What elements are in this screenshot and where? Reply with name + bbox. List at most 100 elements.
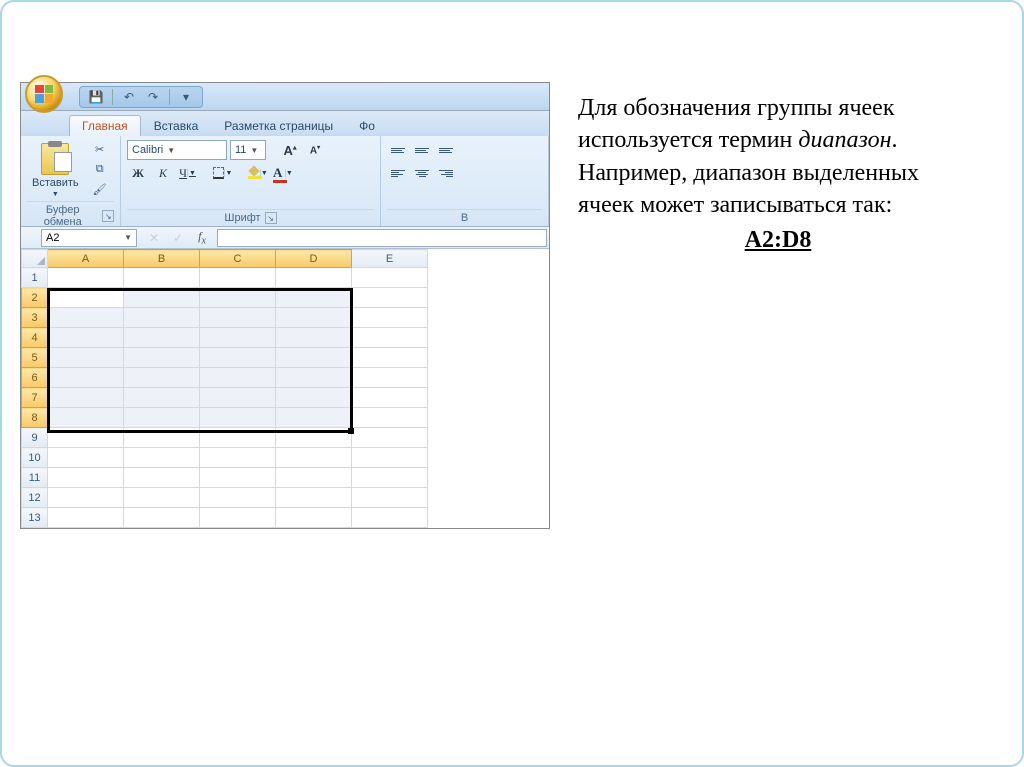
fx-button[interactable]: fx: [191, 229, 213, 247]
row-header[interactable]: 11: [22, 468, 48, 488]
row-header[interactable]: 1: [22, 268, 48, 288]
cell[interactable]: [200, 468, 276, 488]
bold-button[interactable]: Ж: [127, 163, 149, 183]
enter-button[interactable]: ✓: [167, 229, 189, 247]
italic-button[interactable]: К: [152, 163, 174, 183]
align-right-button[interactable]: [435, 163, 457, 183]
align-top-button[interactable]: [387, 140, 409, 160]
row-header[interactable]: 8: [22, 408, 48, 428]
cell[interactable]: [124, 328, 200, 348]
fill-color-button[interactable]: ▼: [247, 163, 269, 183]
cell[interactable]: [276, 488, 352, 508]
cell[interactable]: [276, 308, 352, 328]
row-header[interactable]: 3: [22, 308, 48, 328]
tab-formulas[interactable]: Фо: [346, 115, 388, 136]
row-header[interactable]: 10: [22, 448, 48, 468]
save-icon[interactable]: 💾: [88, 89, 104, 105]
cell[interactable]: [200, 488, 276, 508]
qat-customize-icon[interactable]: ▾: [178, 89, 194, 105]
column-header[interactable]: B: [124, 250, 200, 268]
column-header[interactable]: E: [352, 250, 428, 268]
spreadsheet-grid[interactable]: ABCDE12345678910111213: [21, 249, 549, 528]
dialog-launcher-icon[interactable]: ↘: [102, 210, 114, 222]
cell[interactable]: [200, 368, 276, 388]
undo-icon[interactable]: ↶: [121, 89, 137, 105]
select-all-corner[interactable]: [22, 250, 48, 268]
cell[interactable]: [352, 408, 428, 428]
cell[interactable]: [48, 308, 124, 328]
row-header[interactable]: 12: [22, 488, 48, 508]
cell[interactable]: [352, 388, 428, 408]
cell[interactable]: [200, 508, 276, 528]
align-bottom-button[interactable]: [435, 140, 457, 160]
column-header[interactable]: C: [200, 250, 276, 268]
grow-font-button[interactable]: A▴: [279, 140, 301, 160]
cell[interactable]: [352, 428, 428, 448]
name-box[interactable]: A2 ▼: [41, 229, 137, 247]
cell[interactable]: [124, 448, 200, 468]
cell[interactable]: [48, 328, 124, 348]
cell[interactable]: [276, 368, 352, 388]
cell[interactable]: [352, 448, 428, 468]
row-header[interactable]: 9: [22, 428, 48, 448]
cell[interactable]: [48, 268, 124, 288]
row-header[interactable]: 7: [22, 388, 48, 408]
shrink-font-button[interactable]: A▾: [304, 140, 326, 160]
cell[interactable]: [276, 508, 352, 528]
cell[interactable]: [352, 268, 428, 288]
office-button[interactable]: [25, 75, 63, 113]
column-header[interactable]: D: [276, 250, 352, 268]
cell[interactable]: [48, 488, 124, 508]
cell[interactable]: [48, 388, 124, 408]
cell[interactable]: [276, 448, 352, 468]
cell[interactable]: [352, 368, 428, 388]
column-header[interactable]: A: [48, 250, 124, 268]
cell[interactable]: [48, 508, 124, 528]
cell[interactable]: [276, 388, 352, 408]
cell[interactable]: [200, 448, 276, 468]
row-header[interactable]: 6: [22, 368, 48, 388]
dialog-launcher-icon[interactable]: ↘: [265, 212, 277, 224]
cell[interactable]: [124, 408, 200, 428]
tab-home[interactable]: Главная: [69, 115, 141, 136]
cell[interactable]: [276, 328, 352, 348]
cell[interactable]: [200, 288, 276, 308]
row-header[interactable]: 4: [22, 328, 48, 348]
cell[interactable]: [200, 428, 276, 448]
cell[interactable]: [124, 268, 200, 288]
align-middle-button[interactable]: [411, 140, 433, 160]
row-header[interactable]: 2: [22, 288, 48, 308]
align-left-button[interactable]: [387, 163, 409, 183]
row-header[interactable]: 13: [22, 508, 48, 528]
cell[interactable]: [200, 308, 276, 328]
underline-button[interactable]: Ч▼: [177, 163, 199, 183]
cell[interactable]: [48, 428, 124, 448]
cell[interactable]: [200, 268, 276, 288]
copy-button[interactable]: ⧉: [90, 160, 110, 178]
cell[interactable]: [276, 428, 352, 448]
cell[interactable]: [200, 348, 276, 368]
font-size-combo[interactable]: 11 ▼: [230, 140, 266, 160]
cell[interactable]: [352, 308, 428, 328]
cell[interactable]: [124, 388, 200, 408]
cell[interactable]: [200, 328, 276, 348]
cell[interactable]: [48, 468, 124, 488]
cut-button[interactable]: ✂: [90, 140, 110, 158]
cell[interactable]: [124, 488, 200, 508]
cell[interactable]: [276, 348, 352, 368]
font-color-button[interactable]: A▼: [272, 163, 294, 183]
cancel-button[interactable]: ✕: [143, 229, 165, 247]
formula-input[interactable]: [217, 229, 547, 247]
cell[interactable]: [48, 348, 124, 368]
cell[interactable]: [124, 468, 200, 488]
cell[interactable]: [124, 428, 200, 448]
cell[interactable]: [276, 268, 352, 288]
cell[interactable]: [352, 288, 428, 308]
redo-icon[interactable]: ↷: [145, 89, 161, 105]
cell[interactable]: [124, 368, 200, 388]
cell[interactable]: [48, 408, 124, 428]
cell[interactable]: [124, 348, 200, 368]
tab-page-layout[interactable]: Разметка страницы: [211, 115, 346, 136]
borders-button[interactable]: ▼: [212, 163, 234, 183]
paste-button[interactable]: Вставить ▼: [27, 140, 84, 201]
